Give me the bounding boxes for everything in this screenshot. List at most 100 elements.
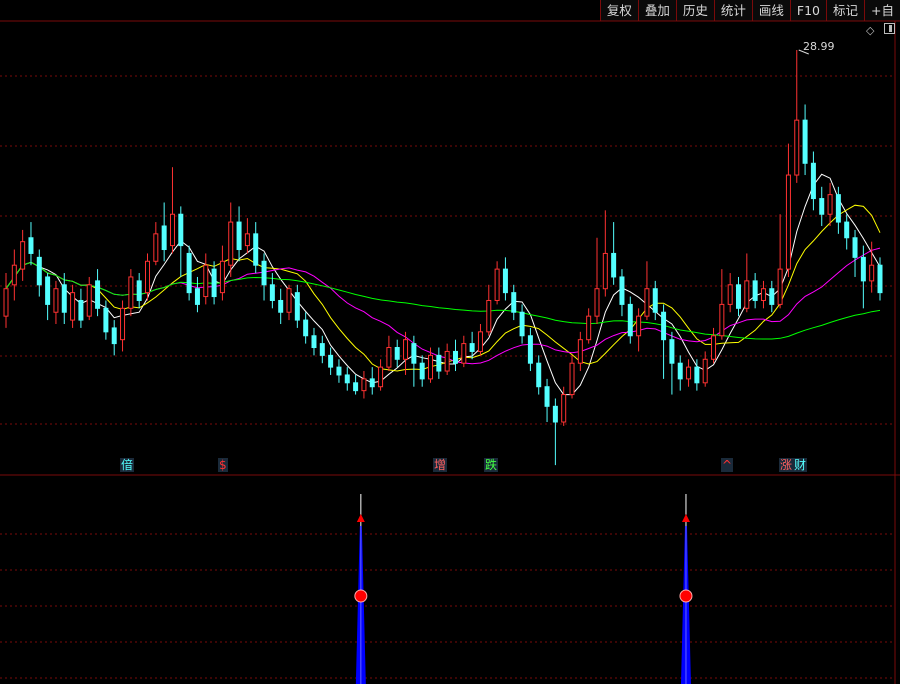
candle: [735, 276, 741, 317]
candle-body: [686, 366, 692, 380]
candle-body: [11, 264, 17, 286]
indicator-chart[interactable]: [0, 476, 900, 684]
candle: [294, 284, 300, 328]
candle: [586, 308, 592, 344]
signal-label-6: 财: [793, 458, 808, 472]
candle: [644, 261, 650, 321]
candle-body: [161, 225, 167, 251]
candle-body: [594, 288, 600, 317]
candle: [802, 104, 808, 176]
candle-body: [403, 339, 409, 360]
candle: [378, 359, 384, 391]
candle: [211, 261, 217, 305]
candle-body: [636, 315, 642, 337]
signal-label-2: 增: [433, 458, 448, 472]
candle-body: [802, 119, 808, 164]
candle-body: [70, 292, 76, 321]
candle: [852, 229, 858, 277]
candle: [436, 347, 442, 379]
candle: [444, 343, 450, 375]
signal-label-1: $: [218, 458, 228, 472]
candle-body: [136, 280, 142, 301]
candle-body: [735, 284, 741, 309]
candle-body: [519, 311, 525, 337]
candle: [228, 202, 234, 277]
candle-body: [511, 292, 517, 313]
candle: [70, 284, 76, 328]
candle-body: [569, 362, 575, 396]
candle: [353, 374, 359, 395]
candle-body: [694, 366, 700, 384]
candle: [278, 288, 284, 324]
candle: [328, 347, 334, 375]
candle-body: [869, 264, 875, 282]
candle-body: [502, 268, 508, 294]
candle: [419, 355, 425, 387]
candle-body: [436, 354, 442, 372]
candle-body: [444, 350, 450, 372]
candle-body: [619, 276, 625, 305]
candle-body: [702, 358, 708, 384]
spike-marker-1: [679, 589, 693, 603]
candle-body: [86, 284, 92, 317]
candle: [53, 280, 59, 324]
candle-body: [760, 288, 766, 301]
candle-body: [819, 198, 825, 215]
candle-body: [810, 162, 816, 200]
candle-body: [53, 288, 59, 313]
candle: [785, 143, 791, 277]
candle: [619, 269, 625, 317]
candle-body: [111, 327, 117, 345]
candle-body: [278, 299, 284, 313]
candle-body: [727, 284, 733, 305]
candle-body: [536, 362, 542, 388]
candle: [711, 327, 717, 364]
candle: [411, 335, 417, 387]
candle: [652, 280, 658, 321]
candle: [719, 269, 725, 340]
candle-body: [752, 280, 758, 301]
candle-body: [561, 394, 567, 423]
candle: [219, 245, 225, 301]
candle: [194, 276, 200, 313]
candle: [78, 288, 84, 328]
candle-body: [428, 354, 434, 380]
candle-body: [128, 276, 134, 309]
candle: [486, 284, 492, 336]
candle: [120, 300, 126, 352]
candle: [794, 49, 800, 183]
candle-body: [286, 288, 292, 313]
candle-body: [477, 331, 483, 352]
candle-body: [602, 252, 608, 290]
candle: [686, 359, 692, 387]
candle: [536, 355, 542, 395]
candle-body: [711, 335, 717, 360]
candle-body: [669, 339, 675, 364]
candle-body: [794, 119, 800, 176]
candle-body: [452, 350, 458, 364]
candle-body: [61, 284, 67, 313]
candle: [45, 273, 51, 321]
candle-body: [494, 268, 500, 301]
candle: [161, 202, 167, 262]
candle-body: [644, 288, 650, 317]
candle-body: [219, 260, 225, 294]
candle: [669, 331, 675, 395]
candle: [611, 222, 617, 285]
candle: [386, 335, 392, 372]
candle: [602, 210, 608, 297]
diamond-icon[interactable]: ◇: [866, 24, 874, 37]
candle: [777, 214, 783, 309]
candle: [95, 269, 101, 317]
candle-body: [294, 292, 300, 321]
candle: [810, 151, 816, 211]
candle: [452, 339, 458, 372]
candle: [702, 351, 708, 387]
candle: [860, 245, 866, 309]
panel-toggle-icon[interactable]: [884, 23, 895, 34]
kline-chart[interactable]: [0, 0, 900, 476]
candle: [494, 261, 500, 305]
candle-body: [244, 233, 250, 247]
spike-arrow-0: [356, 514, 365, 522]
candle-body: [827, 194, 833, 215]
